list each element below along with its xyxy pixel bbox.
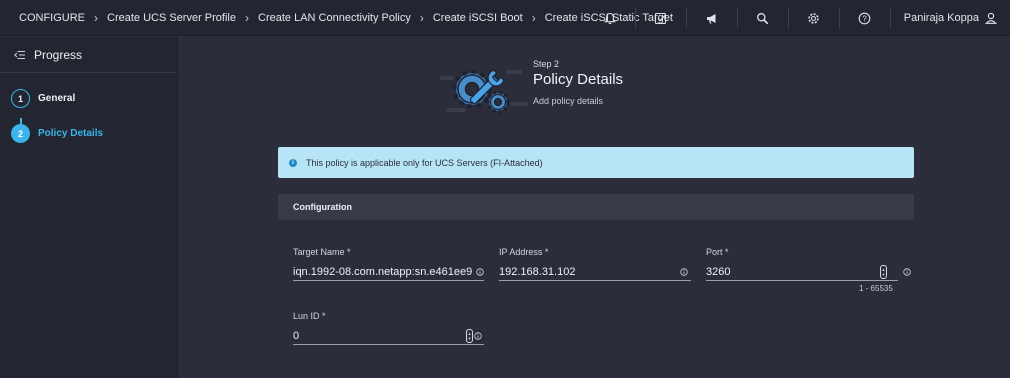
field-label: Port *	[706, 247, 729, 257]
input-value: 0	[293, 329, 300, 342]
step-label: General	[38, 93, 76, 104]
info-banner: i This policy is applicable only for UCS…	[278, 147, 914, 178]
page-title: Policy Details	[533, 71, 624, 88]
settings-gears-illustration-icon	[440, 69, 528, 114]
info-circle-icon[interactable]	[476, 267, 484, 276]
ip-address-field: IP Address * 192.168.31.102	[499, 247, 691, 281]
collapse-menu-icon[interactable]	[14, 50, 25, 60]
info-icon: i	[289, 158, 297, 167]
stepper-down-icon[interactable]: ▼	[882, 272, 886, 277]
breadcrumb-configure[interactable]: CONFIGURE	[19, 12, 85, 24]
step-number: 2	[17, 128, 23, 139]
info-circle-icon[interactable]	[474, 331, 482, 340]
gear-icon[interactable]	[802, 6, 826, 30]
user-icon	[985, 12, 997, 24]
chevron-right-icon: ›	[245, 10, 249, 25]
page-subtitle: Add policy details	[533, 96, 604, 106]
breadcrumb-create-ucs-server-profile[interactable]: Create UCS Server Profile	[107, 12, 236, 24]
header-actions: ? Paniraja Koppa	[598, 0, 1010, 36]
number-stepper[interactable]: ▲ ▼	[466, 328, 473, 343]
info-circle-icon[interactable]	[903, 267, 911, 276]
user-menu[interactable]: Paniraja Koppa	[904, 12, 997, 24]
tasks-checklist-icon[interactable]	[649, 6, 673, 30]
info-banner-text: This policy is applicable only for UCS S…	[306, 157, 543, 168]
input-value: 3260	[706, 265, 731, 278]
divider	[889, 8, 891, 28]
top-bar: CONFIGURE › Create UCS Server Profile › …	[0, 0, 1010, 36]
input-value: 192.168.31.102	[499, 265, 576, 278]
chevron-right-icon: ›	[419, 10, 424, 25]
divider	[736, 8, 738, 28]
step-label: Policy Details	[38, 128, 104, 139]
field-label: Target Name *	[293, 247, 351, 257]
progress-title: Progress	[34, 47, 83, 62]
field-label: IP Address *	[499, 247, 549, 257]
divider	[838, 8, 840, 28]
sidebar-step-general[interactable]: 1 General	[11, 89, 75, 108]
svg-text:?: ?	[863, 14, 868, 23]
megaphone-icon[interactable]	[700, 6, 724, 30]
sidebar-step-policy-details[interactable]: 2 Policy Details	[11, 124, 103, 143]
breadcrumb-create-lan-connectivity-policy[interactable]: Create LAN Connectivity Policy	[258, 12, 411, 24]
divider	[634, 8, 636, 28]
progress-header: Progress	[0, 37, 177, 73]
lun-id-field: Lun ID * 0 ▲ ▼	[293, 311, 484, 345]
configuration-section-header: Configuration	[278, 194, 914, 220]
step-number: 1	[17, 93, 23, 104]
step-indicator: Step 2	[533, 59, 560, 69]
breadcrumb-create-iscsi-boot[interactable]: Create iSCSI Boot	[433, 12, 523, 24]
input-value: iqn.1992-08.com.netapp:sn.e461ee9	[293, 265, 473, 278]
chevron-right-icon: ›	[94, 10, 98, 25]
divider	[787, 8, 789, 28]
chevron-right-icon: ›	[531, 10, 536, 25]
help-icon[interactable]: ?	[853, 6, 877, 30]
stepper-down-icon[interactable]: ▼	[468, 336, 472, 341]
user-name: Paniraja Koppa	[903, 12, 979, 24]
target-name-field: Target Name * iqn.1992-08.com.netapp:sn.…	[293, 247, 484, 281]
page-heading: Step 2 Policy Details Add policy details	[533, 59, 623, 106]
port-range-hint: 1 - 65535	[859, 284, 893, 293]
target-name-input[interactable]: iqn.1992-08.com.netapp:sn.e461ee9	[293, 263, 484, 281]
progress-sidebar: Progress 1 General 2 Policy Details	[0, 37, 178, 378]
ip-address-input[interactable]: 192.168.31.102	[499, 263, 691, 281]
step-number-badge: 1	[11, 89, 30, 108]
port-field: Port * 3260 ▲ ▼	[706, 247, 911, 281]
field-label: Lun ID *	[293, 311, 326, 321]
step-number-badge: 2	[11, 124, 30, 143]
info-circle-icon[interactable]	[680, 267, 688, 276]
main-content: Step 2 Policy Details Add policy details…	[179, 37, 1010, 378]
search-icon[interactable]	[751, 6, 775, 30]
port-input[interactable]: 3260 ▲ ▼	[706, 263, 911, 281]
lun-id-input[interactable]: 0 ▲ ▼	[293, 327, 484, 345]
bell-icon[interactable]	[598, 6, 622, 30]
number-stepper[interactable]: ▲ ▼	[880, 264, 887, 279]
breadcrumb: CONFIGURE › Create UCS Server Profile › …	[0, 11, 673, 25]
section-title: Configuration	[293, 202, 352, 212]
divider	[685, 8, 687, 28]
